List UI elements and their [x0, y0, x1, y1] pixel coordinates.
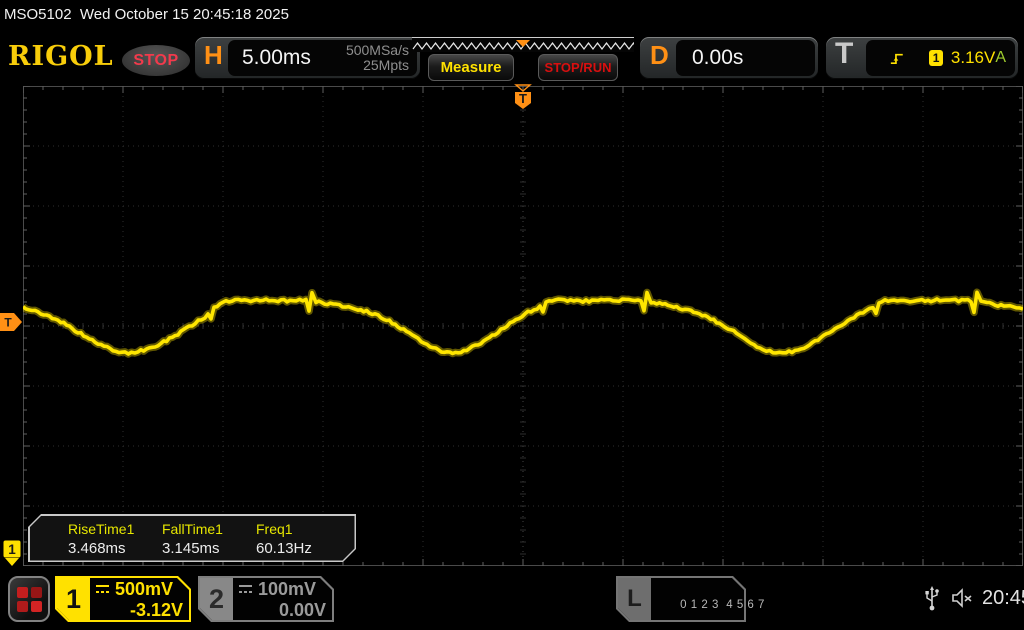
stop-run-button-label: STOP/RUN: [545, 60, 612, 75]
horizontal-label: H: [204, 40, 223, 71]
channel1-status-panel[interactable]: 1 500mV -3.12V: [55, 576, 191, 622]
system-clock: 20:45: [982, 587, 1024, 610]
rigol-logo: RIGOL: [8, 41, 114, 72]
oscilloscope-screen: MSO5102 Wed October 15 20:45:18 2025 RIG…: [0, 0, 1024, 630]
main-menu-button[interactable]: [8, 576, 50, 622]
system-status-area: 20:45: [924, 583, 1024, 613]
measurement-item: Freq1 60.13Hz: [256, 519, 350, 559]
channel2-status-panel[interactable]: 2 100mV 0.00V: [198, 576, 334, 622]
measurement-value: 60.13Hz: [256, 539, 350, 559]
measurement-item: FallTime1 3.145ms: [162, 519, 256, 559]
dc-coupling-icon: [238, 584, 253, 595]
measurement-results-panel[interactable]: RiseTime1 3.468ms FallTime1 3.145ms Freq…: [28, 514, 356, 562]
usb-icon[interactable]: [924, 583, 940, 613]
measurement-item: RiseTime1 3.468ms: [68, 519, 162, 559]
trigger-level-letter: T: [4, 316, 12, 330]
trigger-sweep-mode: A: [995, 49, 1006, 67]
sample-rate: 500MSa/s: [346, 42, 409, 58]
acquisition-status-label: STOP: [133, 52, 178, 70]
logic-analyzer-panel[interactable]: L 0 1 2 3 4 5 6 7 8 9 1011 12131415: [616, 576, 746, 622]
delay-inner: 0.00s: [676, 40, 815, 76]
delay-label: D: [650, 40, 669, 71]
timebase-value: 5.00ms: [242, 46, 311, 70]
logic-row-1: 0 1 2 3 4 5 6 7: [680, 599, 765, 611]
measurement-label: Freq1: [256, 519, 350, 539]
channel1-scale: 500mV: [115, 579, 173, 600]
measurement-label: RiseTime1: [68, 519, 162, 539]
graticule-and-trace: [23, 86, 1023, 566]
measurement-value: 3.468ms: [68, 539, 162, 559]
ch1-ground-marker[interactable]: 1: [3, 540, 21, 567]
menu-grid-icon: [17, 587, 42, 612]
delay-value: 0.00s: [692, 46, 743, 70]
channel2-scale: 100mV: [258, 579, 316, 600]
logic-channel-numbers: 0 1 2 3 4 5 6 7 8 9 1011 12131415: [658, 581, 787, 630]
trigger-rising-edge-icon: [890, 50, 905, 67]
waveform-display-area: [23, 86, 1023, 566]
delay-panel[interactable]: D 0.00s: [640, 37, 818, 79]
measure-button[interactable]: Measure: [428, 54, 514, 81]
measurement-label: FallTime1: [162, 519, 256, 539]
ch1-ground-number: 1: [8, 542, 16, 557]
dc-coupling-icon: [95, 584, 110, 595]
measure-button-label: Measure: [441, 59, 502, 76]
channel1-offset: -3.12V: [95, 600, 183, 620]
memory-depth: 25Mpts: [363, 57, 409, 73]
trigger-level-value: 3.16V: [951, 48, 995, 68]
sample-rate-block: 500MSa/s 25Mpts: [346, 43, 409, 73]
window-title: MSO5102 Wed October 15 20:45:18 2025: [0, 0, 1024, 33]
speaker-muted-icon[interactable]: [950, 587, 974, 609]
trigger-position-letter: T: [519, 91, 527, 106]
measurement-value: 3.145ms: [162, 539, 256, 559]
stop-run-button[interactable]: STOP/RUN: [538, 54, 618, 81]
horizontal-settings-panel[interactable]: H 5.00ms 500MSa/s 25Mpts: [195, 37, 420, 79]
trigger-source-badge: 1: [929, 50, 943, 66]
horizontal-position-thumbnail[interactable]: [412, 37, 634, 52]
trigger-level-marker[interactable]: T: [0, 313, 23, 331]
trigger-inner: 1 3.16V A: [866, 40, 1015, 76]
waveform-thumbnail-zigzag: [412, 38, 634, 53]
horizontal-inner: 5.00ms 500MSa/s 25Mpts: [228, 40, 417, 76]
trigger-panel[interactable]: T 1 3.16V A: [826, 37, 1018, 79]
channel2-offset: 0.00V: [238, 600, 326, 620]
trigger-label: T: [835, 37, 853, 71]
acquisition-status-badge: STOP: [122, 45, 190, 76]
trigger-position-marker[interactable]: T: [512, 84, 534, 110]
